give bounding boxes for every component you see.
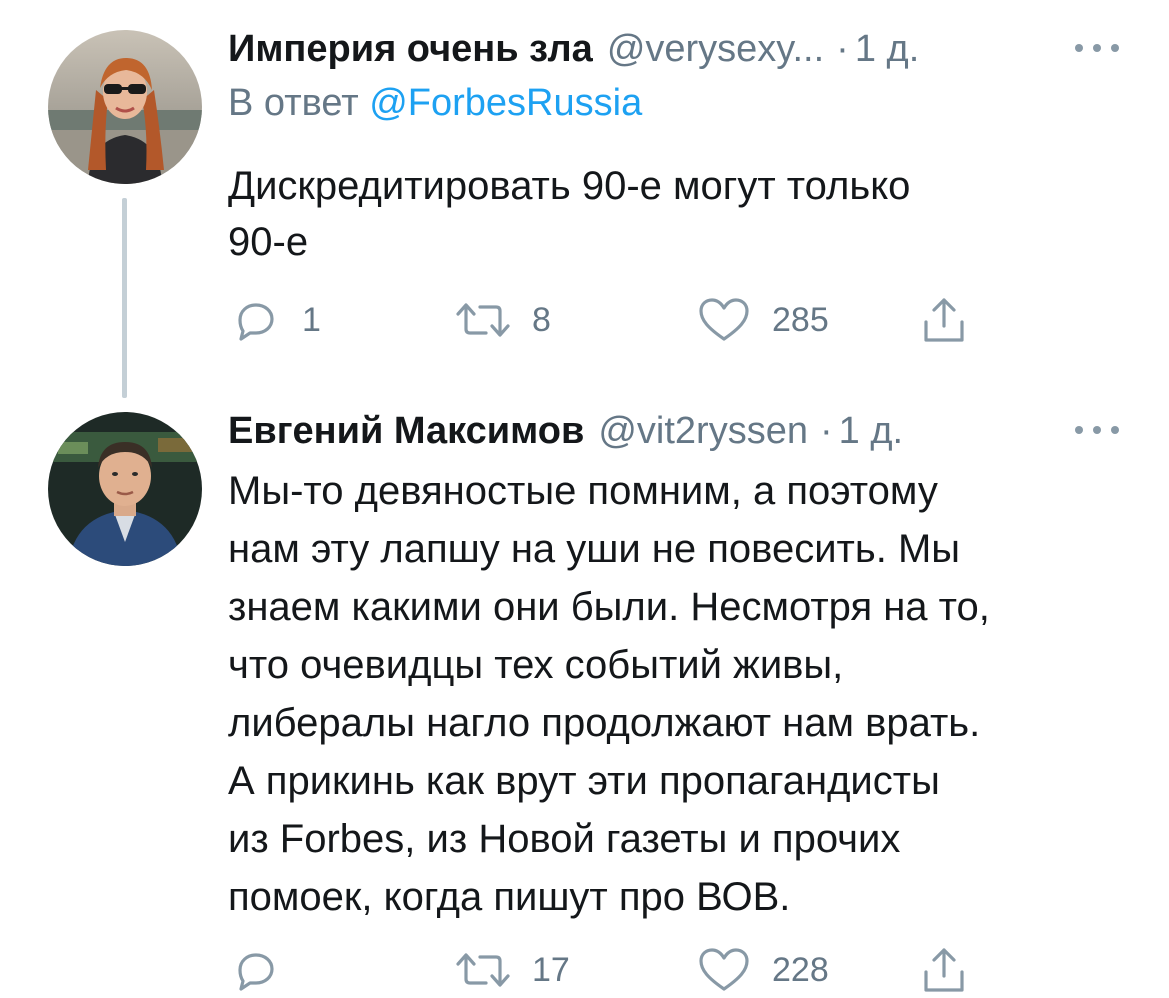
- tweet-body: Империя очень зла @verysexy... · 1 д. В …: [228, 22, 1129, 270]
- retweet-button[interactable]: 17: [452, 942, 570, 998]
- avatar-photo: [48, 412, 202, 566]
- tweet-text-line: из Forbes, из Новой газеты и прочих: [228, 817, 901, 861]
- tweet-header: Империя очень зла @verysexy... · 1 д.: [228, 22, 1129, 76]
- more-options-icon[interactable]: [1075, 28, 1119, 68]
- tweet-text-line: 90-е: [228, 220, 309, 264]
- like-icon: [699, 948, 749, 991]
- author-handle[interactable]: @vit2ryssen: [598, 404, 808, 458]
- share-button[interactable]: [916, 942, 972, 998]
- retweet-icon: [456, 953, 510, 987]
- author-name[interactable]: Евгений Максимов: [228, 404, 584, 458]
- tweet-text-line: Мы-то девяностые помним, а поэтому: [228, 469, 938, 513]
- like-count: 228: [772, 950, 829, 989]
- tweet-text-line: Дискредитировать 90-е могут только: [228, 164, 911, 208]
- share-icon: [924, 948, 964, 992]
- reply-prefix: В ответ: [228, 82, 359, 124]
- avatar[interactable]: [48, 30, 202, 184]
- reply-button[interactable]: 1: [228, 292, 321, 348]
- reply-mention-link[interactable]: @ForbesRussia: [369, 82, 642, 124]
- tweet-text-line: помоек, когда пишут про ВОВ.: [228, 875, 791, 919]
- like-icon: [699, 298, 749, 341]
- like-count: 285: [772, 300, 829, 339]
- retweet-button[interactable]: 8: [452, 292, 551, 348]
- reply-button[interactable]: [228, 942, 302, 998]
- tweet-text-line: нам эту лапшу на уши не повесить. Мы: [228, 527, 961, 571]
- author-name[interactable]: Империя очень зла: [228, 22, 593, 76]
- tweet-2[interactable]: Евгений Максимов @vit2ryssen · 1 д. Мы-т…: [0, 400, 1169, 995]
- tweet-1[interactable]: Империя очень зла @verysexy... · 1 д. В …: [0, 0, 1169, 400]
- reply-count: 1: [302, 300, 321, 339]
- tweet-actions: 17 228: [228, 942, 988, 998]
- like-button[interactable]: 228: [694, 942, 829, 998]
- share-icon: [924, 298, 964, 342]
- like-button[interactable]: 285: [694, 292, 829, 348]
- tweet-text-line: знаем какими они были. Несмотря на то,: [228, 585, 990, 629]
- tweet-body: Евгений Максимов @vit2ryssen · 1 д. Мы-т…: [228, 404, 1129, 926]
- tweet-text: Мы-то девяностые помним, а поэтому нам э…: [228, 462, 1129, 926]
- reply-icon: [238, 303, 274, 341]
- tweet-text: Дискредитировать 90-е могут только 90-е: [228, 158, 1129, 270]
- more-options-icon[interactable]: [1075, 410, 1119, 450]
- reply-icon: [238, 953, 274, 991]
- reply-context: В ответ @ForbesRussia: [228, 76, 1129, 130]
- separator-dot: ·: [819, 410, 833, 452]
- tweet-text-line: А прикинь как врут эти пропагандисты: [228, 759, 940, 803]
- tweet-actions: 1 8 285: [228, 292, 988, 348]
- timestamp[interactable]: 1 д.: [855, 22, 919, 76]
- tweet-header: Евгений Максимов @vit2ryssen · 1 д.: [228, 404, 1129, 458]
- avatar-photo: [48, 30, 202, 184]
- retweet-count: 8: [532, 300, 551, 339]
- retweet-count: 17: [532, 950, 570, 989]
- avatar[interactable]: [48, 412, 202, 566]
- tweet-text-line: либералы нагло продолжают нам врать.: [228, 701, 981, 745]
- share-button[interactable]: [916, 292, 972, 348]
- retweet-icon: [456, 303, 510, 337]
- timestamp[interactable]: 1 д.: [839, 404, 903, 458]
- author-handle[interactable]: @verysexy...: [607, 22, 824, 76]
- separator-dot: ·: [836, 28, 849, 70]
- tweet-text-line: что очевидцы тех событий живы,: [228, 643, 844, 687]
